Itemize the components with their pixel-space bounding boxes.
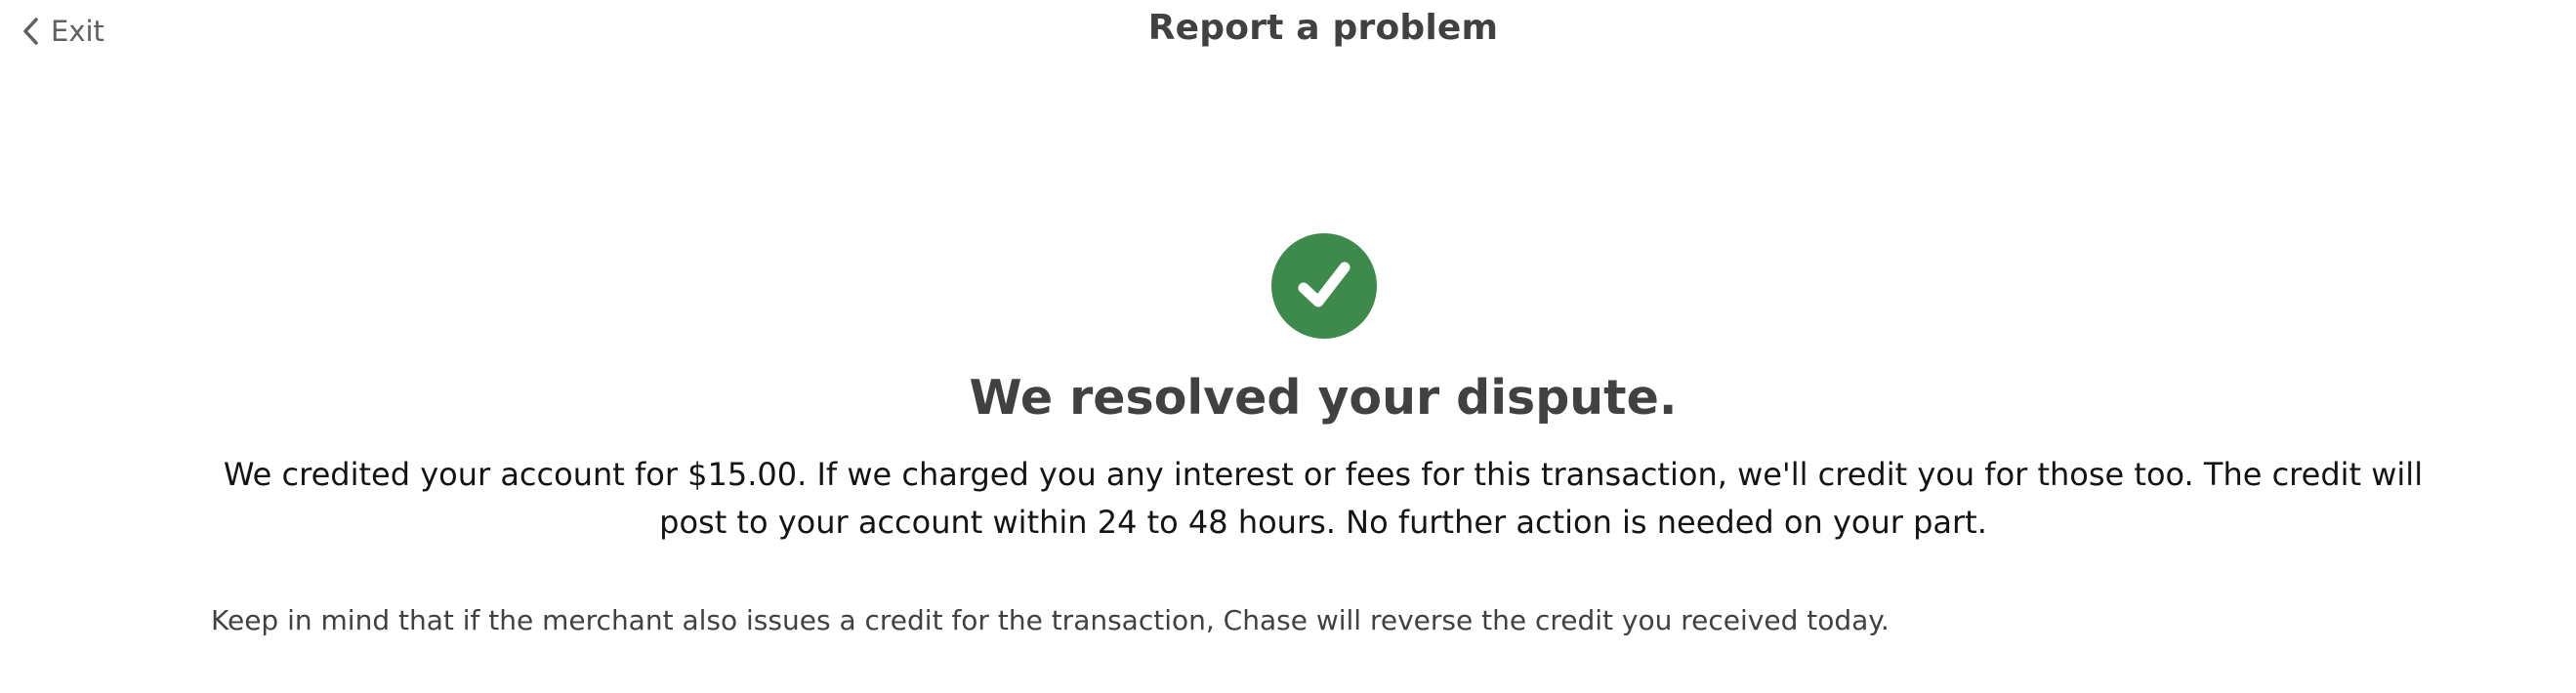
confirmation-headline: We resolved your dispute. — [969, 370, 1678, 426]
confirmation-message: We credited your account for $15.00. If … — [223, 456, 2424, 541]
confirmation-panel: We resolved your dispute. We credited yo… — [0, 0, 2576, 693]
reversal-note: Keep in mind that if the merchant also i… — [211, 604, 1890, 636]
check-circle-icon — [1271, 233, 1377, 339]
